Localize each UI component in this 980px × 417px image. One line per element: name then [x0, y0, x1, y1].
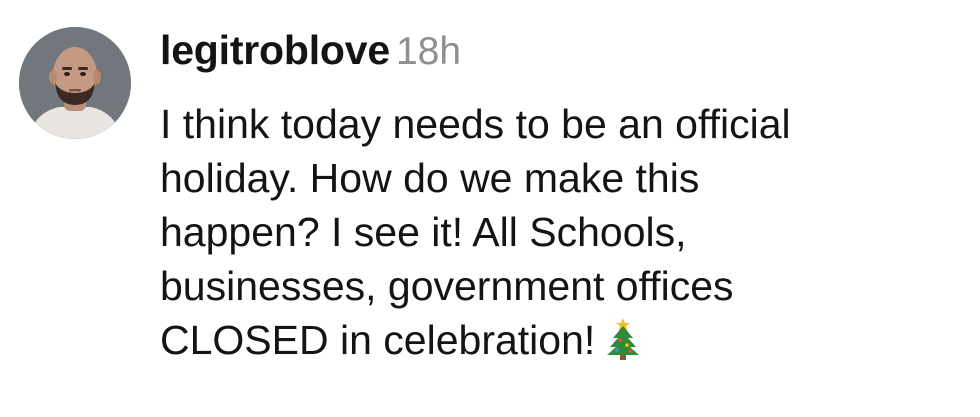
timestamp: 18h: [395, 30, 462, 73]
comment-item: legitroblove 18h I think today needs to b…: [0, 0, 980, 417]
comment-header: legitroblove 18h: [160, 27, 462, 73]
comment-line: I think today needs to be an official: [160, 101, 791, 147]
comment-line: businesses, government offices: [160, 263, 734, 309]
christmas-tree-icon: [603, 316, 643, 360]
comment-line: happen? I see it! All Schools,: [160, 209, 687, 255]
avatar[interactable]: [19, 27, 131, 139]
username-link[interactable]: legitroblove: [160, 27, 390, 73]
comment-line: holiday. How do we make this: [160, 155, 700, 201]
comment-line-last: CLOSED in celebration!: [160, 313, 960, 367]
comment-text: I think today needs to be an official ho…: [160, 97, 960, 367]
comment-line-text: CLOSED in celebration!: [160, 317, 596, 363]
